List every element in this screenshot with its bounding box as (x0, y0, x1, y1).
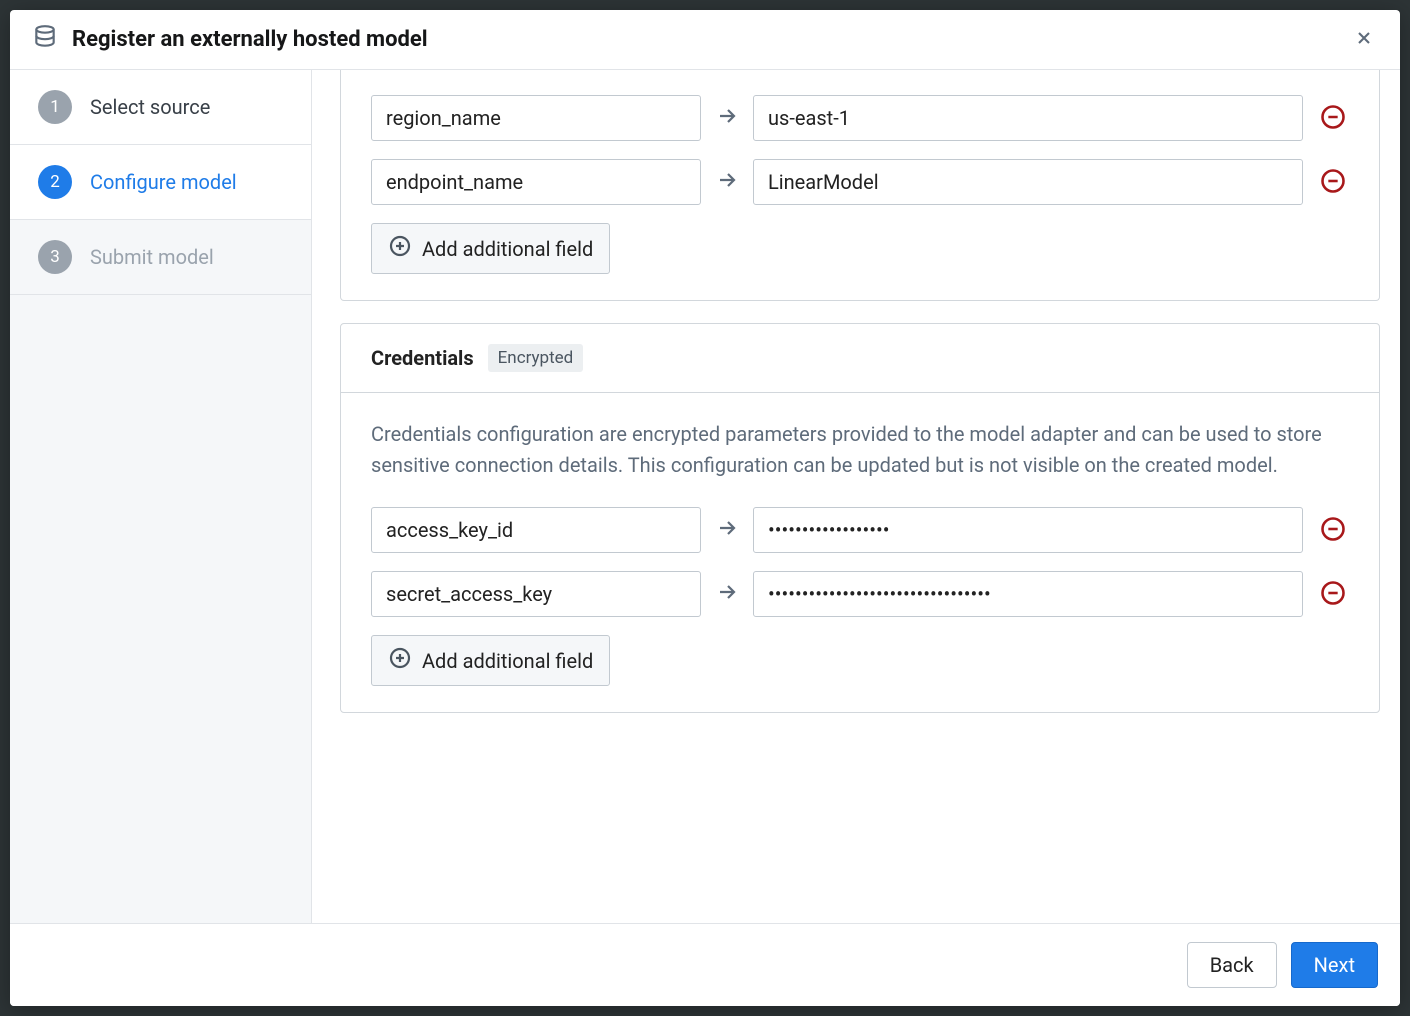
dialog-title: Register an externally hosted model (72, 27, 1336, 52)
config-value-input[interactable] (753, 159, 1303, 205)
remove-row-button[interactable] (1317, 513, 1349, 548)
credentials-title: Credentials (371, 346, 474, 370)
credentials-body: Credentials configuration are encrypted … (341, 393, 1379, 712)
config-panel-body: Add additional field (341, 70, 1379, 300)
config-row (371, 159, 1349, 205)
add-config-field-button[interactable]: Add additional field (371, 223, 610, 274)
close-button[interactable] (1350, 24, 1378, 55)
config-key-input[interactable] (371, 95, 701, 141)
arrow-right-icon (715, 516, 739, 545)
credential-value-input[interactable] (753, 507, 1303, 553)
credentials-panel: Credentials Encrypted Credentials config… (340, 323, 1380, 713)
remove-row-button[interactable] (1317, 577, 1349, 612)
step-select-source[interactable]: 1 Select source (10, 70, 311, 145)
step-sidebar: 1 Select source 2 Configure model 3 Subm… (10, 70, 312, 923)
back-button[interactable]: Back (1187, 942, 1277, 988)
config-key-input[interactable] (371, 159, 701, 205)
plus-circle-icon (388, 234, 412, 263)
step-number-badge: 1 (38, 90, 72, 124)
step-number-badge: 2 (38, 165, 72, 199)
step-number-badge: 3 (38, 240, 72, 274)
credential-key-input[interactable] (371, 507, 701, 553)
add-button-label: Add additional field (422, 649, 593, 673)
credentials-description: Credentials configuration are encrypted … (371, 419, 1349, 481)
config-row (371, 95, 1349, 141)
config-panel: Add additional field (340, 70, 1380, 301)
register-model-dialog: Register an externally hosted model 1 Se… (10, 10, 1400, 1006)
credential-row (371, 507, 1349, 553)
dialog-body: 1 Select source 2 Configure model 3 Subm… (10, 70, 1400, 923)
add-credential-field-button[interactable]: Add additional field (371, 635, 610, 686)
config-value-input[interactable] (753, 95, 1303, 141)
remove-row-button[interactable] (1317, 101, 1349, 136)
credential-value-input[interactable] (753, 571, 1303, 617)
step-label: Select source (90, 95, 210, 119)
dialog-footer: Back Next (10, 923, 1400, 1006)
minus-circle-icon (1319, 531, 1347, 546)
credentials-header: Credentials Encrypted (341, 324, 1379, 393)
minus-circle-icon (1319, 183, 1347, 198)
credential-key-input[interactable] (371, 571, 701, 617)
step-submit-model: 3 Submit model (10, 220, 311, 295)
plus-circle-icon (388, 646, 412, 675)
database-icon (32, 24, 58, 55)
minus-circle-icon (1319, 595, 1347, 610)
close-icon (1354, 36, 1374, 51)
main-content: Add additional field Credentials Encrypt… (312, 70, 1400, 923)
add-button-label: Add additional field (422, 237, 593, 261)
arrow-right-icon (715, 104, 739, 133)
dialog-header: Register an externally hosted model (10, 10, 1400, 70)
next-button[interactable]: Next (1291, 942, 1378, 988)
step-label: Configure model (90, 170, 237, 194)
arrow-right-icon (715, 580, 739, 609)
arrow-right-icon (715, 168, 739, 197)
step-configure-model[interactable]: 2 Configure model (10, 145, 311, 220)
encrypted-tag: Encrypted (488, 344, 584, 372)
step-label: Submit model (90, 245, 214, 269)
remove-row-button[interactable] (1317, 165, 1349, 200)
minus-circle-icon (1319, 119, 1347, 134)
credential-row (371, 571, 1349, 617)
